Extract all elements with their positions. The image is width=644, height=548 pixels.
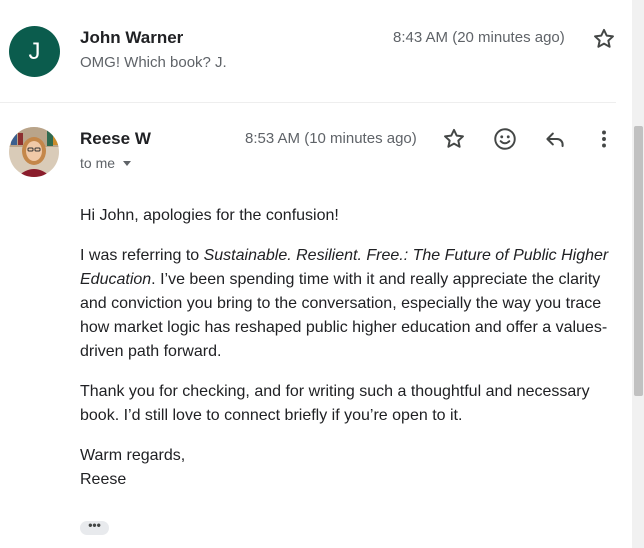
avatar[interactable] (9, 127, 59, 177)
recipient-details-toggle[interactable]: to me (80, 155, 132, 171)
avatar[interactable]: J (9, 26, 60, 77)
recipient-label: to me (80, 155, 116, 171)
message-snippet: OMG! Which book? J. (80, 54, 227, 71)
scrollbar[interactable] (632, 0, 644, 548)
message-time: 8:43 AM (20 minutes ago) (393, 29, 565, 46)
message-body: Hi John, apologies for the confusion! I … (80, 204, 620, 492)
sender-name: Reese W (80, 129, 151, 148)
scrollbar-thumb[interactable] (634, 126, 643, 396)
signoff: Warm regards, Reese (80, 444, 620, 492)
email-thread: J John Warner 8:43 AM (20 minutes ago) O… (0, 0, 632, 548)
sender-name: John Warner (80, 28, 184, 47)
body-text: . I’ve been spending time with it and re… (80, 271, 608, 360)
body-paragraph: Thank you for checking, and for writing … (80, 383, 590, 424)
more-vert-icon[interactable] (591, 126, 617, 152)
message-collapsed[interactable]: J John Warner 8:43 AM (20 minutes ago) O… (0, 0, 616, 103)
greeting-paragraph: Hi John, apologies for the confusion! (80, 207, 339, 224)
star-icon[interactable] (591, 26, 617, 52)
star-icon[interactable] (441, 126, 467, 152)
body-text: I was referring to (80, 247, 204, 264)
show-trimmed-content-button[interactable]: ••• (80, 519, 109, 535)
emoji-icon[interactable] (492, 126, 518, 152)
message-time: 8:53 AM (10 minutes ago) (245, 130, 417, 147)
reply-icon[interactable] (542, 126, 568, 152)
chevron-down-icon[interactable] (123, 161, 132, 166)
body-paragraph: I was referring to Sustainable. Resilien… (80, 244, 620, 364)
signature: Reese (80, 471, 127, 488)
signoff-text: Warm regards, (80, 447, 186, 464)
